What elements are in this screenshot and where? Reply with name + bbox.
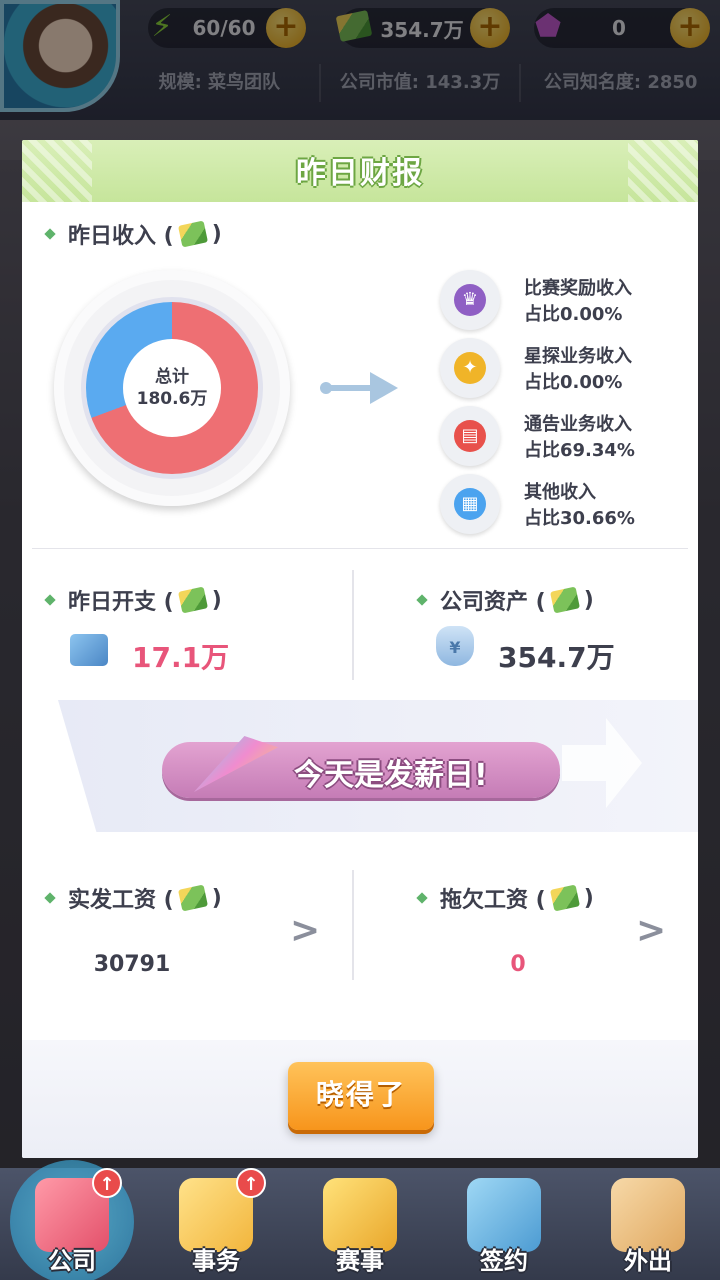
owed-wages-label: 拖欠工资 ( bbox=[440, 888, 546, 913]
income-source-name: 星探业务收入 bbox=[524, 346, 632, 367]
expense-label-close: ) bbox=[211, 587, 222, 613]
expense-label: 昨日开支 ( bbox=[68, 590, 174, 615]
income-source-share: 占比0.00% bbox=[524, 372, 623, 393]
income-source-name: 比赛奖励收入 bbox=[524, 278, 632, 299]
paid-wages-label-close: ) bbox=[211, 885, 222, 911]
bottom-navigation: ↑ 公司 ↑ 事务 赛事 签约 外出 bbox=[0, 1160, 720, 1280]
cash-icon bbox=[177, 220, 208, 248]
donut-total-value: 180.6万 bbox=[136, 389, 208, 409]
paid-wages-section-title: 实发工资 ( ) bbox=[44, 882, 222, 914]
owed-wages-section-title: 拖欠工资 ( ) bbox=[416, 882, 594, 914]
income-badge: ♛ bbox=[440, 270, 500, 330]
trophy-icon: ♛ bbox=[454, 284, 486, 316]
income-section-title: 昨日收入 ( ) bbox=[44, 218, 222, 250]
wallet-icon bbox=[70, 634, 108, 666]
income-source-name: 通告业务收入 bbox=[524, 414, 632, 435]
donut-total-label: 总计 bbox=[155, 367, 189, 387]
income-breakdown-item: ▤ 通告业务收入 占比69.34% bbox=[440, 406, 680, 466]
owed-wages-label-close: ) bbox=[583, 885, 594, 911]
paid-wages-chevron-right-icon[interactable]: > bbox=[290, 910, 320, 951]
income-badge: ✦ bbox=[440, 338, 500, 398]
assets-label-close: ) bbox=[583, 587, 594, 613]
nav-affairs[interactable]: ↑ 事务 bbox=[144, 1168, 288, 1280]
bullet-icon bbox=[416, 594, 428, 606]
assets-value: 354.7万 bbox=[498, 641, 615, 674]
cash-icon bbox=[549, 884, 580, 912]
nav-label: 公司 bbox=[48, 1247, 96, 1275]
bullet-icon bbox=[416, 892, 428, 904]
income-source-name: 其他收入 bbox=[524, 482, 596, 503]
owed-wages-chevron-right-icon[interactable]: > bbox=[636, 910, 666, 951]
nav-sign[interactable]: 签约 bbox=[432, 1168, 576, 1280]
nav-events[interactable]: 赛事 bbox=[288, 1168, 432, 1280]
right-arrow-icon bbox=[320, 372, 398, 404]
income-label: 昨日收入 ( bbox=[68, 224, 174, 249]
owed-wages-value: 0 bbox=[510, 952, 526, 977]
bullet-icon bbox=[44, 892, 56, 904]
money-bag-icon: ¥ bbox=[436, 626, 474, 666]
star-compass-icon: ✦ bbox=[454, 352, 486, 384]
upgrade-badge-icon: ↑ bbox=[92, 1168, 122, 1198]
income-breakdown-item: ♛ 比赛奖励收入 占比0.00% bbox=[440, 270, 680, 330]
section-divider bbox=[32, 548, 688, 549]
expense-value: 17.1万 bbox=[132, 641, 230, 674]
grid-icon: ▦ bbox=[454, 488, 486, 520]
income-source-share: 占比69.34% bbox=[524, 440, 635, 461]
cash-icon bbox=[549, 586, 580, 614]
bullet-icon bbox=[44, 228, 56, 240]
cash-icon bbox=[177, 884, 208, 912]
dialog-header: 昨日财报 bbox=[22, 140, 698, 202]
nav-company[interactable]: ↑ 公司 bbox=[0, 1160, 144, 1280]
income-breakdown-item: ▦ 其他收入占比30.66% bbox=[440, 474, 680, 534]
dialog-title: 昨日财报 bbox=[296, 156, 424, 191]
column-divider bbox=[352, 570, 354, 680]
income-source-share: 占比0.00% bbox=[524, 304, 623, 325]
upgrade-badge-icon: ↑ bbox=[236, 1168, 266, 1198]
financial-report-dialog: 昨日财报 昨日收入 ( ) 总计 180.6万 ♛ 比赛奖励收入 占比0.00% ✦ 星… bbox=[22, 140, 698, 1158]
nav-label: 事务 bbox=[192, 1247, 240, 1275]
income-source-share: 占比30.66% bbox=[524, 508, 635, 529]
nav-label: 赛事 bbox=[336, 1247, 384, 1275]
bullet-icon bbox=[44, 594, 56, 606]
income-badge: ▤ bbox=[440, 406, 500, 466]
clapperboard-icon: ▤ bbox=[454, 420, 486, 452]
nav-label: 外出 bbox=[624, 1247, 672, 1275]
paid-wages-value: 30791 bbox=[93, 952, 171, 977]
assets-label: 公司资产 ( bbox=[440, 590, 546, 615]
assets-section-title: 公司资产 ( ) bbox=[416, 584, 594, 616]
income-breakdown-item: ✦ 星探业务收入 占比0.00% bbox=[440, 338, 680, 398]
income-label-close: ) bbox=[211, 221, 222, 247]
payday-text: 今天是发薪日! bbox=[294, 758, 488, 793]
column-divider bbox=[352, 870, 354, 980]
cash-icon bbox=[177, 586, 208, 614]
nav-label: 签约 bbox=[480, 1247, 528, 1275]
nav-outing[interactable]: 外出 bbox=[576, 1168, 720, 1280]
expense-section-title: 昨日开支 ( ) bbox=[44, 584, 222, 616]
income-badge: ▦ bbox=[440, 474, 500, 534]
paid-wages-label: 实发工资 ( bbox=[68, 888, 174, 913]
got-it-button[interactable]: 晓得了 bbox=[288, 1062, 434, 1130]
donut-center: 总计 180.6万 bbox=[123, 339, 221, 437]
